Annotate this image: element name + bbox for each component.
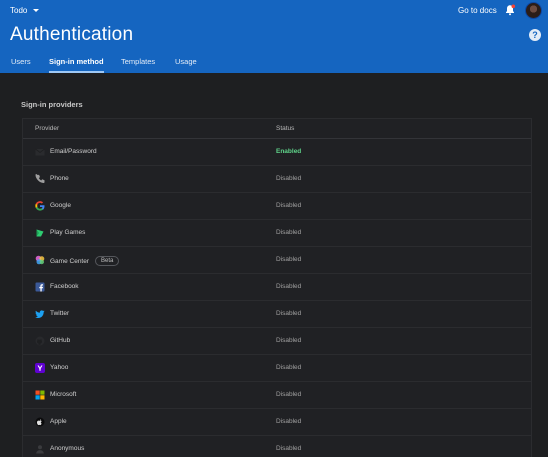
section-title: Sign-in providers bbox=[21, 100, 83, 109]
table-row[interactable]: Twitter Disabled bbox=[23, 301, 531, 328]
notifications-bell-icon[interactable] bbox=[504, 4, 516, 16]
provider-name: Google bbox=[50, 202, 71, 209]
play-games-icon bbox=[36, 229, 44, 237]
table-row[interactable]: GitHub Disabled bbox=[23, 328, 531, 355]
go-to-docs-link[interactable]: Go to docs bbox=[458, 6, 497, 15]
mail-icon bbox=[35, 148, 45, 156]
table-row[interactable]: Email/Password Enabled bbox=[23, 139, 531, 166]
phone-icon bbox=[35, 174, 45, 183]
status-badge: Disabled bbox=[276, 337, 302, 344]
provider-name: Facebook bbox=[50, 283, 79, 290]
table-row[interactable]: Yahoo Disabled bbox=[23, 355, 531, 382]
status-badge: Disabled bbox=[276, 283, 302, 290]
status-badge: Disabled bbox=[276, 391, 302, 398]
table-row[interactable]: Apple Disabled bbox=[23, 409, 531, 436]
help-icon[interactable]: ? bbox=[529, 29, 541, 41]
provider-name: Microsoft bbox=[50, 391, 77, 398]
github-icon bbox=[35, 336, 45, 346]
status-badge: Disabled bbox=[276, 364, 302, 371]
provider-name: Game Center Beta bbox=[50, 256, 120, 266]
table-row[interactable]: Google Disabled bbox=[23, 193, 531, 220]
page-title: Authentication bbox=[10, 24, 134, 45]
status-badge: Enabled bbox=[276, 148, 302, 155]
project-name: Todo bbox=[10, 6, 28, 15]
tab-usage[interactable]: Usage bbox=[175, 56, 197, 73]
twitter-icon bbox=[35, 310, 45, 318]
provider-name: Twitter bbox=[50, 310, 70, 317]
anonymous-icon bbox=[36, 445, 44, 454]
table-row[interactable]: Facebook Disabled bbox=[23, 274, 531, 301]
beta-badge: Beta bbox=[95, 256, 120, 266]
yahoo-icon bbox=[35, 363, 45, 373]
caret-down-icon bbox=[33, 9, 40, 12]
user-avatar[interactable] bbox=[525, 2, 542, 19]
google-icon bbox=[35, 201, 45, 211]
provider-label: Game Center bbox=[50, 257, 90, 265]
app-header: Todo Go to docs Authentication ? Users S… bbox=[0, 0, 548, 73]
project-selector[interactable]: Todo bbox=[10, 6, 40, 15]
provider-name: Play Games bbox=[50, 229, 86, 236]
column-status: Status bbox=[276, 125, 295, 132]
status-badge: Disabled bbox=[276, 256, 302, 263]
provider-name: Email/Password bbox=[50, 148, 97, 155]
status-badge: Disabled bbox=[276, 202, 302, 209]
tab-users[interactable]: Users bbox=[11, 56, 31, 73]
status-badge: Disabled bbox=[276, 418, 302, 425]
provider-name: Phone bbox=[50, 175, 69, 182]
status-badge: Disabled bbox=[276, 175, 302, 182]
status-badge: Disabled bbox=[276, 310, 302, 317]
tab-templates[interactable]: Templates bbox=[121, 56, 155, 73]
table-row[interactable]: Game Center Beta Disabled bbox=[23, 247, 531, 274]
provider-name: Apple bbox=[50, 418, 67, 425]
facebook-icon bbox=[35, 282, 45, 292]
tab-sign-in-method[interactable]: Sign-in method bbox=[49, 56, 104, 73]
table-row[interactable]: Play Games Disabled bbox=[23, 220, 531, 247]
provider-name: Anonymous bbox=[50, 445, 85, 452]
column-provider: Provider bbox=[35, 125, 60, 132]
status-badge: Disabled bbox=[276, 445, 302, 452]
status-badge: Disabled bbox=[276, 229, 302, 236]
game-center-icon bbox=[35, 255, 45, 265]
table-row[interactable]: Anonymous Disabled bbox=[23, 436, 531, 457]
provider-name: Yahoo bbox=[50, 364, 69, 371]
apple-icon bbox=[35, 417, 45, 427]
providers-table: Provider Status Email/Password Enabled P… bbox=[22, 118, 532, 457]
microsoft-icon bbox=[35, 390, 45, 400]
table-header: Provider Status bbox=[23, 119, 531, 139]
table-row[interactable]: Phone Disabled bbox=[23, 166, 531, 193]
provider-name: GitHub bbox=[50, 337, 71, 344]
table-row[interactable]: Microsoft Disabled bbox=[23, 382, 531, 409]
